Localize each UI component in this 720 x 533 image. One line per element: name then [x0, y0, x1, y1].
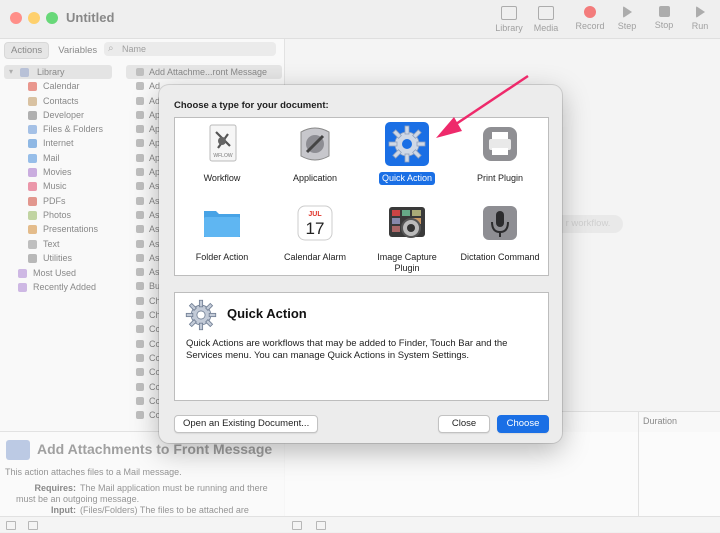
- type-workflow[interactable]: WFLOW Workflow: [176, 122, 268, 185]
- choose-button[interactable]: Choose: [497, 415, 549, 433]
- type-folder-action[interactable]: Folder Action: [176, 201, 268, 264]
- type-label: Calendar Alarm: [283, 252, 347, 262]
- microphone-icon: [478, 201, 522, 245]
- type-dictation-command[interactable]: Dictation Command: [454, 201, 546, 264]
- type-label: Workflow: [203, 173, 241, 183]
- workflow-icon: WFLOW: [200, 122, 244, 166]
- application-icon: [293, 122, 337, 166]
- type-label: Print Plugin: [476, 173, 524, 183]
- dialog-prompt: Choose a type for your document:: [174, 100, 329, 111]
- type-label: Application: [292, 173, 338, 183]
- close-button[interactable]: Close: [438, 415, 490, 433]
- quick-action-gear-icon: [385, 122, 429, 166]
- type-label: Quick Action: [378, 172, 436, 185]
- image-capture-icon: [385, 201, 429, 245]
- type-quick-action[interactable]: Quick Action: [361, 122, 453, 185]
- gear-icon: [183, 297, 219, 333]
- type-application[interactable]: Application: [269, 122, 361, 185]
- open-existing-document-button[interactable]: Open an Existing Document...: [174, 415, 319, 433]
- type-label: Image Capture Plugin: [377, 252, 437, 273]
- selected-type-info: Quick Action Quick Actions are workflows…: [174, 292, 549, 401]
- calendar-day: 17: [306, 219, 325, 238]
- folder-icon: [200, 201, 244, 245]
- type-image-capture-plugin[interactable]: Image Capture Plugin: [361, 201, 453, 275]
- document-type-grid: WFLOW Workflow Application Quick Action …: [174, 117, 549, 276]
- workflow-icon-label: WFLOW: [213, 153, 232, 159]
- calendar-month: JUL: [308, 211, 322, 218]
- type-label: Dictation Command: [460, 252, 540, 262]
- calendar-icon: JUL 17: [293, 201, 337, 245]
- type-calendar-alarm[interactable]: JUL 17 Calendar Alarm: [269, 201, 361, 264]
- selected-type-title: Quick Action: [227, 306, 307, 321]
- selected-type-description: Quick Actions are workflows that may be …: [186, 338, 508, 361]
- type-label: Folder Action: [195, 252, 249, 262]
- type-print-plugin[interactable]: Print Plugin: [454, 122, 546, 185]
- printer-icon: [478, 122, 522, 166]
- document-type-dialog: Choose a type for your document: WFLOW W…: [159, 85, 562, 443]
